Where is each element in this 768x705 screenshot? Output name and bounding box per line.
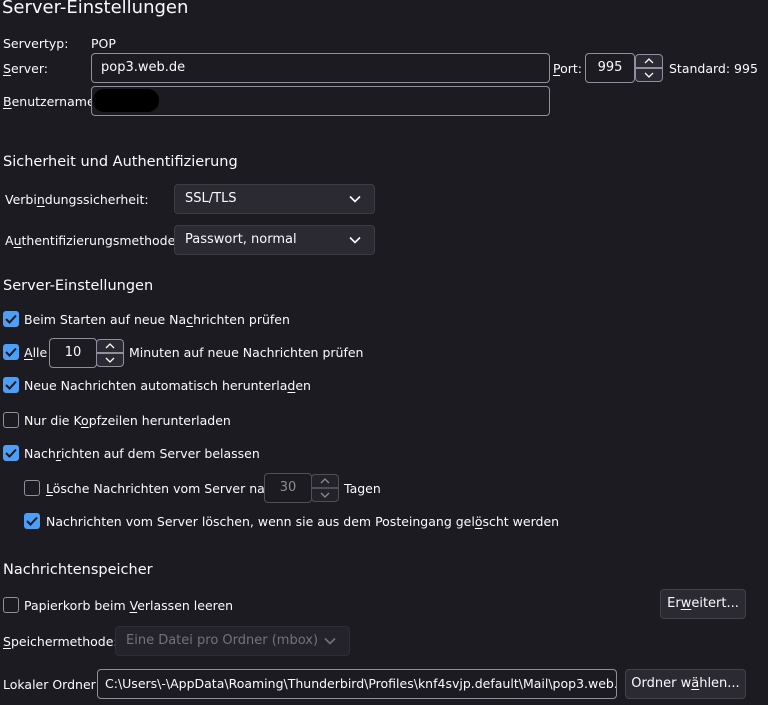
server-type-label: Servertyp: — [3, 36, 69, 51]
days-increment-button[interactable] — [311, 474, 339, 488]
auth-method-label: Authentifizierungsmethode: — [5, 233, 180, 248]
server-settings-heading: Server-Einstellungen — [3, 278, 154, 294]
port-increment-button[interactable] — [635, 54, 663, 68]
checkmark-icon — [5, 448, 17, 458]
delete-days-stepper[interactable] — [311, 473, 339, 503]
delete-after-checkbox[interactable] — [24, 480, 40, 496]
chevron-down-icon — [349, 236, 361, 244]
connection-security-value: SSL/TLS — [185, 191, 237, 206]
username-label: Benutzername: — [3, 94, 99, 109]
chevron-up-icon — [320, 478, 330, 484]
connection-security-label: Verbindungssicherheit: — [5, 192, 149, 207]
auto-download-label[interactable]: Neue Nachrichten automatisch herunterlad… — [24, 378, 311, 393]
chevron-up-icon — [644, 58, 654, 64]
check-every-checkbox[interactable] — [3, 344, 19, 360]
check-every-suffix: Minuten auf neue Nachrichten prüfen — [129, 345, 364, 360]
port-label: Port: — [553, 61, 582, 76]
storage-heading: Nachrichtenspeicher — [3, 562, 153, 578]
delete-after-suffix: Tagen — [344, 481, 381, 496]
storage-method-label: Speichermethode: — [3, 634, 118, 649]
interval-decrement-button[interactable] — [96, 353, 124, 367]
delete-when-removed-checkbox[interactable] — [24, 513, 40, 529]
days-decrement-button[interactable] — [311, 488, 339, 502]
leave-on-server-checkbox[interactable] — [3, 445, 19, 461]
advanced-button[interactable]: Erweitert... — [660, 589, 746, 619]
chevron-down-icon — [320, 492, 330, 498]
chevron-down-icon — [349, 195, 361, 203]
empty-trash-label[interactable]: Papierkorb beim Verlassen leeren — [24, 598, 233, 613]
choose-folder-button[interactable]: Ordner wählen... — [625, 669, 746, 699]
chevron-down-icon — [324, 637, 336, 645]
local-folder-input[interactable]: C:\Users\-\AppData\Roaming\Thunderbird\P… — [97, 669, 617, 699]
checkmark-icon — [26, 516, 38, 526]
auto-download-checkbox[interactable] — [3, 377, 19, 393]
server-type-value: POP — [91, 36, 116, 51]
checkmark-icon — [5, 314, 17, 324]
leave-on-server-label[interactable]: Nachrichten auf dem Server belassen — [24, 446, 260, 461]
storage-method-value: Eine Datei pro Ordner (mbox) — [126, 633, 319, 648]
auth-method-value: Passwort, normal — [185, 232, 297, 247]
delete-after-label[interactable]: Lösche Nachrichten vom Server nach — [46, 481, 280, 496]
chevron-down-icon — [105, 357, 115, 363]
connection-security-select[interactable]: SSL/TLS — [174, 184, 375, 214]
check-every-label[interactable]: Alle — [24, 345, 47, 360]
server-label: Server: — [3, 61, 48, 76]
checkmark-icon — [5, 380, 17, 390]
port-standard-label: Standard: 995 — [669, 61, 758, 76]
check-on-start-label[interactable]: Beim Starten auf neue Nachrichten prüfen — [24, 312, 290, 327]
auth-method-select[interactable]: Passwort, normal — [174, 225, 375, 255]
chevron-up-icon — [105, 343, 115, 349]
check-interval-stepper[interactable] — [96, 338, 124, 368]
redaction-mark — [93, 89, 159, 112]
check-on-start-checkbox[interactable] — [3, 311, 19, 327]
security-heading: Sicherheit und Authentifizierung — [3, 154, 238, 170]
port-input[interactable]: 995 — [585, 53, 635, 83]
port-stepper[interactable] — [635, 53, 663, 83]
delete-when-removed-label[interactable]: Nachrichten vom Server löschen, wenn sie… — [46, 514, 559, 529]
port-decrement-button[interactable] — [635, 68, 663, 82]
headers-only-label[interactable]: Nur die Kopfzeilen herunterladen — [24, 413, 231, 428]
server-input[interactable]: pop3.web.de — [91, 53, 550, 83]
username-input[interactable] — [91, 86, 550, 116]
delete-days-input[interactable]: 30 — [264, 473, 312, 503]
empty-trash-checkbox[interactable] — [3, 597, 19, 613]
check-interval-input[interactable]: 10 — [49, 338, 97, 368]
checkmark-icon — [5, 347, 17, 357]
headers-only-checkbox[interactable] — [3, 412, 19, 428]
page-title: Server-Einstellungen — [2, 0, 189, 18]
storage-method-select[interactable]: Eine Datei pro Ordner (mbox) — [115, 626, 350, 656]
local-folder-label: Lokaler Ordner: — [3, 677, 100, 692]
interval-increment-button[interactable] — [96, 339, 124, 353]
chevron-down-icon — [644, 72, 654, 78]
